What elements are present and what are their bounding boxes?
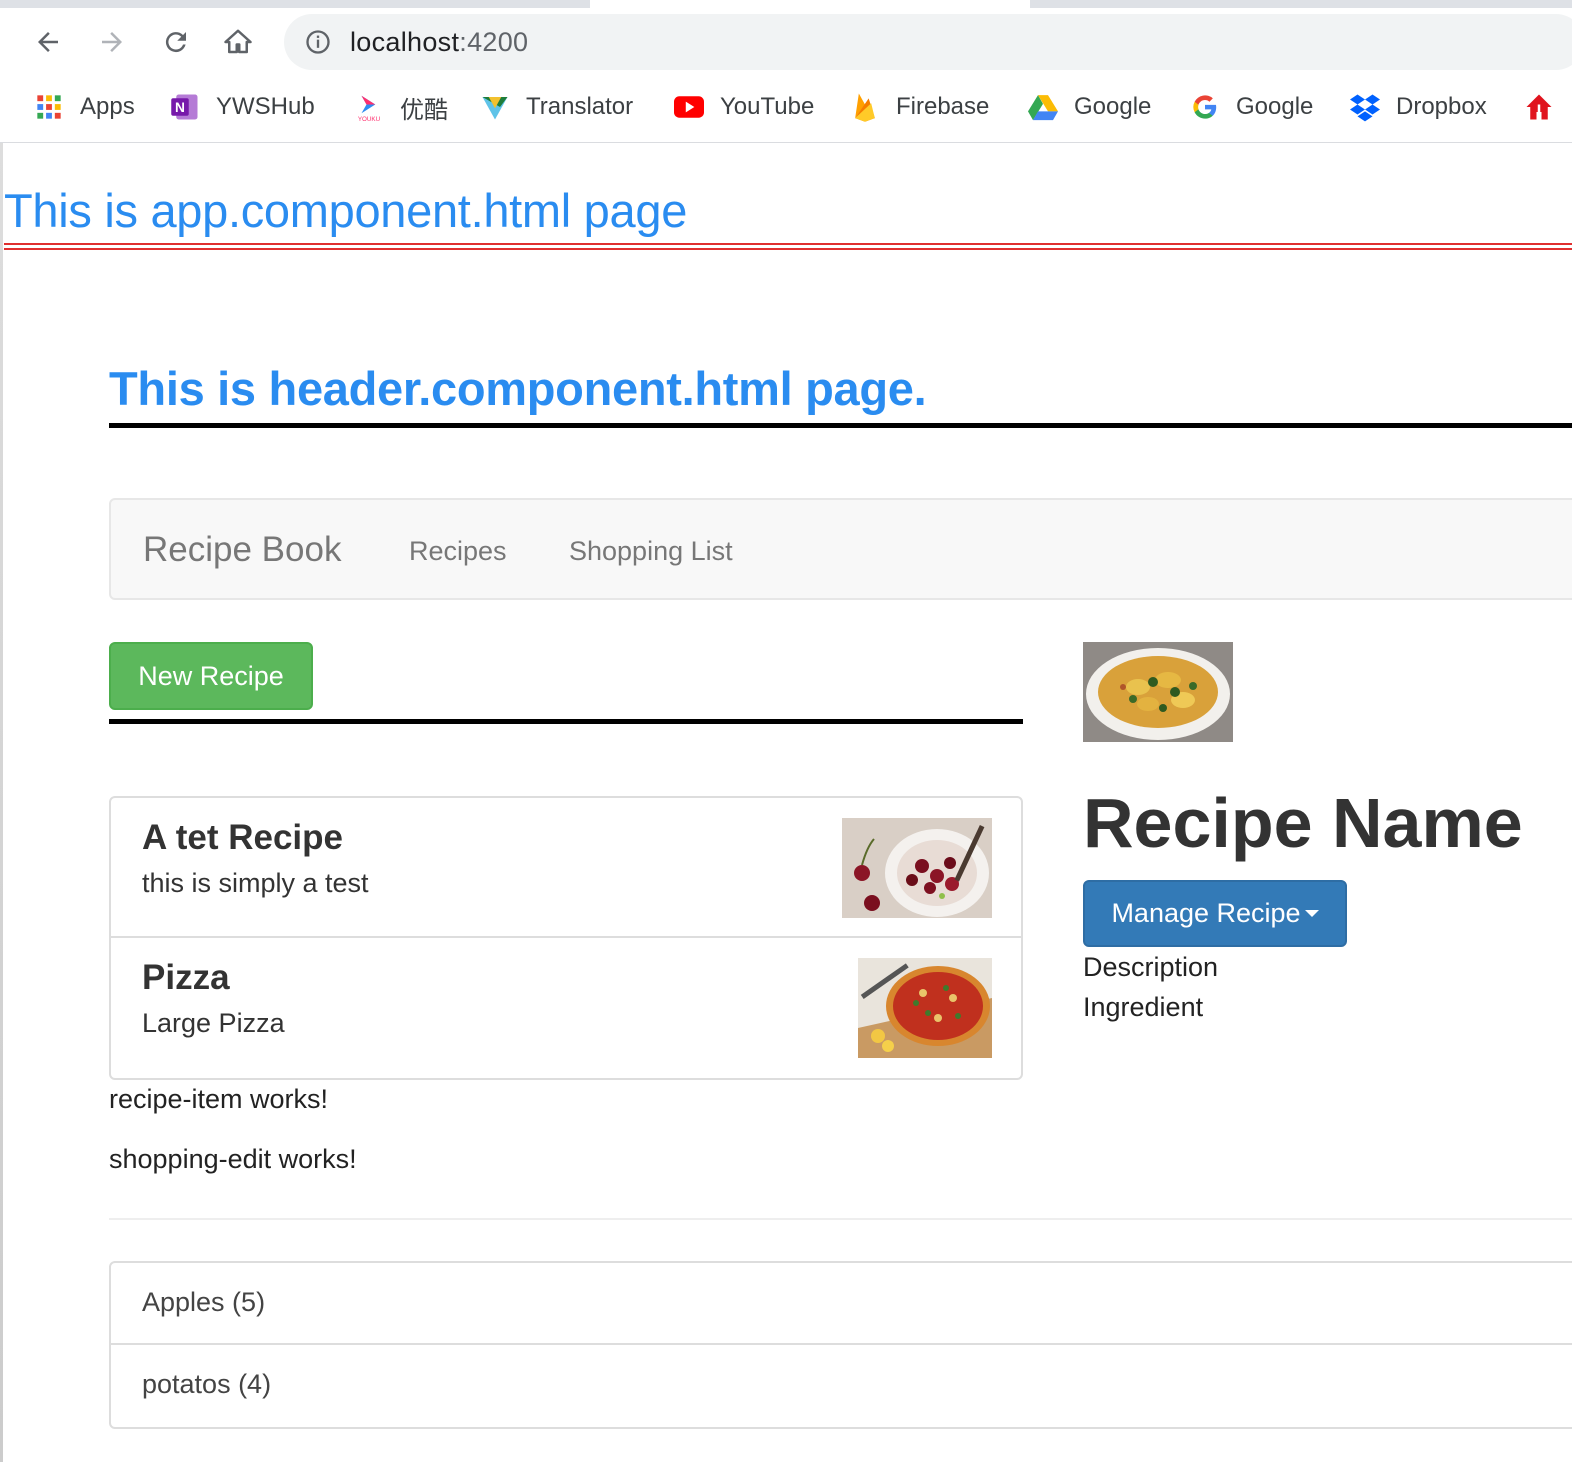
browser-toolbar: localhost:4200	[0, 8, 1572, 76]
bookmark-label: Google	[1236, 93, 1314, 120]
app-title: This is app.component.html page	[4, 184, 688, 237]
shopping-list-item[interactable]: Apples (5)	[111, 1263, 1572, 1345]
bookmark-label: YWSHub	[216, 93, 315, 120]
nav-link-shopping-list[interactable]: Shopping List	[569, 536, 733, 567]
recipe-item-description: this is simply a test	[142, 868, 369, 898]
navbar: Recipe Book Recipes Shopping List	[109, 498, 1572, 600]
active-tab[interactable]	[590, 0, 1030, 8]
recipe-list: A tet Recipe this is simply a test Pizza…	[109, 796, 1023, 1080]
bookmarks-bar: Apps N YWSHub YOUKU 优酷 Translator YouTub…	[0, 76, 1572, 143]
bookmark-label: Apps	[80, 93, 135, 120]
dropbox-icon	[1350, 92, 1380, 122]
youku-icon: YOUKU	[354, 92, 384, 122]
inactive-tab[interactable]	[0, 0, 590, 6]
url-host: localhost	[350, 27, 460, 57]
url-text: localhost:4200	[350, 27, 528, 58]
bookmark-label: YouTube	[720, 93, 815, 120]
bookmark-label: Translator	[526, 93, 634, 120]
recipe-item-works-text: recipe-item works!	[109, 1084, 329, 1114]
bookmark-youku[interactable]: YOUKU 优酷	[354, 90, 448, 124]
nav-link-recipes[interactable]: Recipes	[409, 536, 507, 567]
home-icon	[224, 29, 252, 54]
onenote-icon: N	[170, 92, 200, 122]
recipe-item-name: A tet Recipe	[142, 818, 343, 857]
translator-icon	[480, 92, 510, 122]
tab-strip	[0, 0, 1572, 8]
shopping-divider	[109, 1218, 1572, 1220]
shopping-edit-works-text: shopping-edit works!	[109, 1144, 357, 1174]
recipe-detail-image	[1083, 642, 1233, 742]
recipe-list-divider	[109, 719, 1023, 724]
info-icon[interactable]	[304, 28, 332, 56]
ingredient-label: potatos (4)	[142, 1369, 272, 1399]
house-icon	[1524, 92, 1554, 122]
back-button[interactable]	[32, 26, 64, 58]
arrow-right-icon	[102, 32, 122, 52]
shopping-list-item[interactable]: potatos (4)	[111, 1345, 1572, 1427]
bookmark-google[interactable]: Google	[1190, 90, 1313, 124]
url-port: :4200	[459, 27, 529, 57]
caret-down-icon	[1304, 910, 1319, 917]
bookmark-label: Google	[1074, 93, 1152, 120]
bookmark-google-drive[interactable]: Google	[1028, 90, 1151, 124]
bookmark-youtube[interactable]: YouTube	[674, 90, 814, 124]
bookmark-dropbox[interactable]: Dropbox	[1350, 90, 1487, 124]
reload-icon	[165, 32, 186, 53]
forward-button[interactable]	[96, 26, 128, 58]
google-g-icon	[1190, 92, 1220, 122]
bookmark-label: Dropbox	[1396, 93, 1487, 120]
manage-recipe-dropdown[interactable]: Manage Recipe	[1083, 880, 1347, 947]
header-divider	[109, 423, 1572, 428]
bookmark-apps[interactable]: Apps	[34, 90, 135, 124]
bookmark-ywshub[interactable]: N YWSHub	[170, 90, 315, 124]
recipe-item[interactable]: Pizza Large Pizza	[111, 938, 1021, 1078]
youtube-icon	[674, 92, 704, 122]
arrow-left-icon	[38, 32, 58, 52]
ingredient-label: Apples (5)	[142, 1287, 266, 1317]
navbar-brand[interactable]: Recipe Book	[143, 530, 341, 570]
bookmark-label: 优酷	[400, 96, 448, 124]
bookmark-label: Firebase	[896, 93, 990, 120]
app-divider	[4, 243, 1572, 250]
recipe-item-name: Pizza	[142, 958, 230, 997]
new-recipe-button[interactable]: New Recipe	[109, 642, 313, 710]
cherry-bowl-image	[842, 818, 992, 918]
manage-recipe-label: Manage Recipe	[1111, 898, 1301, 928]
header-title: This is header.component.html page.	[109, 362, 927, 415]
apps-grid-icon	[34, 92, 64, 122]
recipe-description: Description	[1083, 952, 1219, 982]
svg-text:YOUKU: YOUKU	[358, 116, 381, 122]
recipe-ingredients: Ingredient	[1083, 992, 1204, 1022]
bookmark-house[interactable]	[1524, 90, 1570, 124]
recipe-item[interactable]: A tet Recipe this is simply a test	[111, 798, 1021, 938]
window-edge	[0, 143, 3, 1462]
home-button[interactable]	[222, 26, 254, 58]
firebase-icon	[850, 92, 880, 122]
bookmark-translator[interactable]: Translator	[480, 90, 633, 124]
svg-text:N: N	[175, 100, 185, 115]
reload-button[interactable]	[160, 26, 192, 58]
google-drive-icon	[1028, 92, 1058, 122]
pizza-image	[858, 958, 992, 1058]
address-bar[interactable]: localhost:4200	[284, 14, 1572, 70]
shopping-list: Apples (5) potatos (4)	[109, 1261, 1572, 1429]
bookmark-firebase[interactable]: Firebase	[850, 90, 989, 124]
recipe-name-heading: Recipe Name	[1083, 784, 1523, 862]
recipe-item-description: Large Pizza	[142, 1008, 285, 1038]
